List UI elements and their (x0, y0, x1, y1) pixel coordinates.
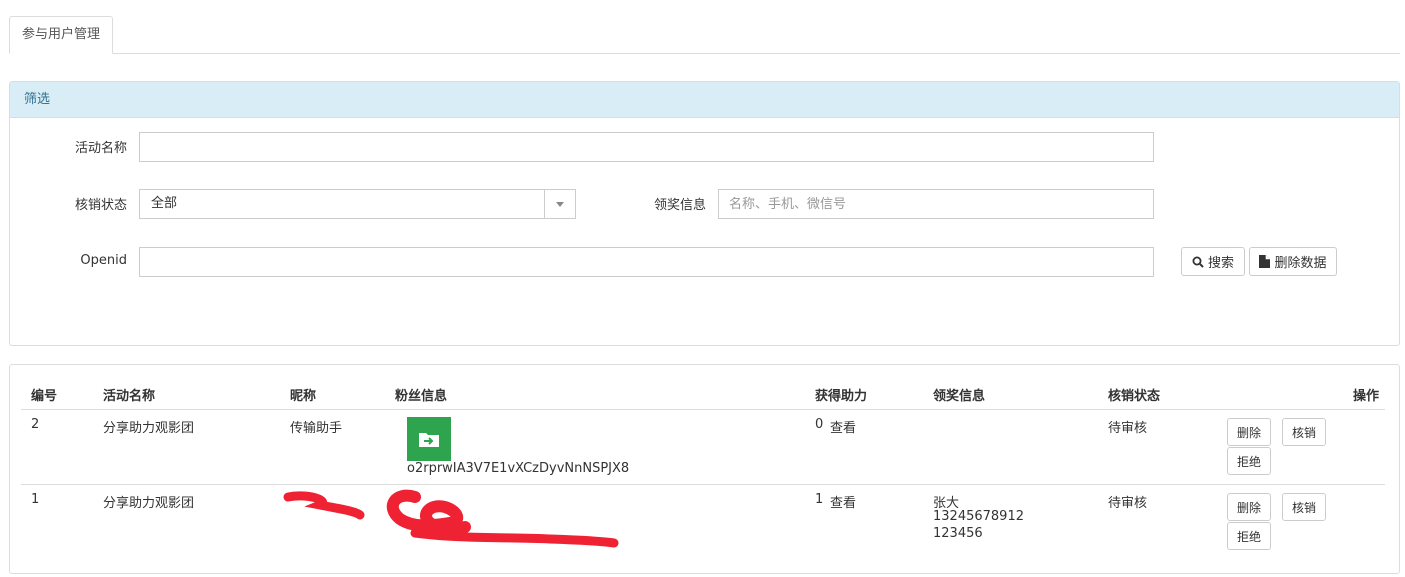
reject-button[interactable]: 拒绝 (1227, 447, 1271, 475)
chevron-down-icon[interactable] (544, 190, 575, 218)
folder-arrow-icon (419, 433, 439, 447)
openid-label: Openid (80, 253, 127, 268)
redaction-scribble (283, 489, 619, 548)
row-help-count: 1 (815, 492, 824, 507)
row-status: 待审核 (1108, 496, 1148, 511)
prize-wechat: 123456 (933, 526, 983, 541)
filter-panel-heading: 筛选 (10, 82, 1399, 118)
row-status: 待审核 (1108, 421, 1148, 436)
status-select[interactable]: 全部 (139, 189, 576, 219)
column-header-id: 编号 (31, 389, 58, 404)
column-header-status: 核销状态 (1108, 389, 1161, 404)
openid-input[interactable] (139, 247, 1154, 277)
column-header-fan-info: 粉丝信息 (395, 389, 448, 404)
column-header-activity: 活动名称 (103, 389, 156, 404)
prize-info-label: 领奖信息 (653, 198, 706, 213)
activity-name-label: 活动名称 (74, 141, 127, 156)
verify-button[interactable]: 核销 (1282, 418, 1326, 446)
activity-name-input[interactable] (139, 132, 1154, 162)
search-button[interactable]: 搜索 (1181, 247, 1245, 276)
file-icon (1259, 255, 1271, 268)
prize-info-input[interactable] (718, 189, 1154, 219)
row-nickname: 传输助手 (290, 421, 343, 436)
search-icon (1192, 256, 1204, 268)
column-header-help-count: 获得助力 (815, 389, 868, 404)
tab-bar: 参与用户管理 (9, 16, 1400, 54)
row-activity: 分享助力观影团 (103, 421, 195, 436)
avatar (407, 417, 451, 461)
results-table: 编号 活动名称 昵称 粉丝信息 获得助力 领奖信息 核销状态 操作 2 分享助力… (9, 364, 1400, 574)
row-divider (21, 484, 1385, 485)
row-openid: o2rprwIA3V7E1vXCzDyvNnNSPJX8 (407, 461, 630, 476)
column-header-actions: 操作 (1353, 389, 1380, 404)
reject-button[interactable]: 拒绝 (1227, 522, 1271, 550)
row-help-count: 0 (815, 417, 824, 432)
tab-participant-management[interactable]: 参与用户管理 (9, 16, 113, 54)
status-label: 核销状态 (74, 198, 127, 213)
column-header-prize-info: 领奖信息 (933, 389, 986, 404)
row-id: 2 (31, 417, 40, 432)
view-link[interactable]: 查看 (830, 492, 856, 511)
verify-button[interactable]: 核销 (1282, 493, 1326, 521)
row-activity: 分享助力观影团 (103, 496, 195, 511)
header-divider (21, 409, 1385, 410)
delete-button[interactable]: 删除 (1227, 493, 1271, 521)
status-selected-value: 全部 (151, 196, 178, 211)
view-link[interactable]: 查看 (830, 417, 856, 436)
filter-panel: 筛选 活动名称 核销状态 全部 领奖信息 Openid 搜索 删除数据 (9, 81, 1400, 346)
row-id: 1 (31, 492, 40, 507)
delete-data-button[interactable]: 删除数据 (1249, 247, 1337, 276)
delete-button[interactable]: 删除 (1227, 418, 1271, 446)
column-header-nickname: 昵称 (290, 389, 317, 404)
search-button-label: 搜索 (1207, 256, 1234, 271)
prize-phone: 13245678912 (933, 509, 1024, 524)
delete-data-button-label: 删除数据 (1274, 256, 1327, 271)
